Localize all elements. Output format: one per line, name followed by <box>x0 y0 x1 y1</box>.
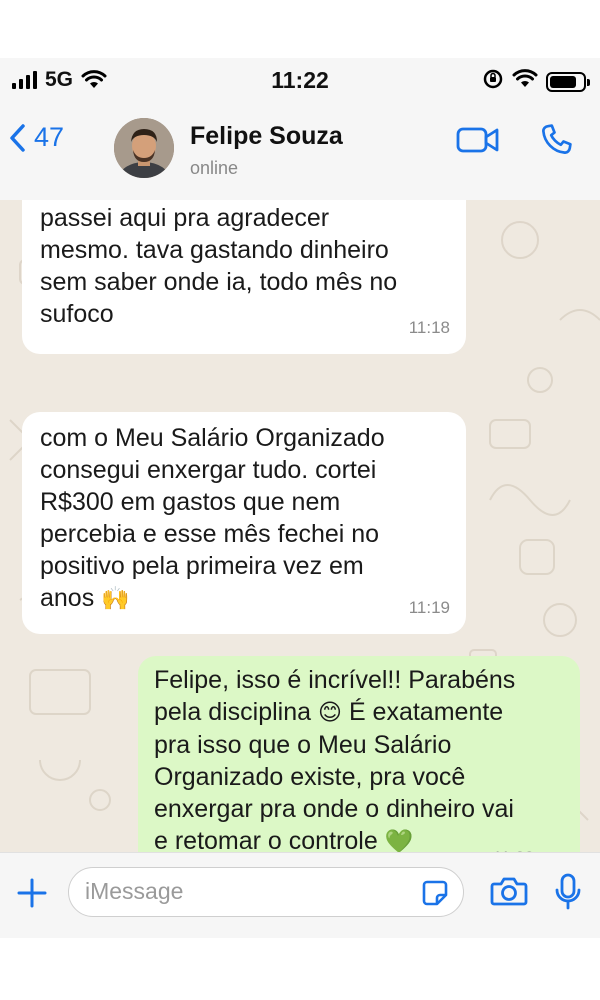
sticker-icon <box>422 880 448 906</box>
rotation-lock-icon <box>482 68 504 95</box>
message-time: 11:18 <box>408 318 450 337</box>
message-bubble-incoming[interactable]: com o Meu Salário Organizado consegui en… <box>22 412 466 634</box>
contact-info[interactable]: Felipe Souza online <box>190 122 343 179</box>
message-text: com o Meu Salário Organizado consegui en… <box>40 424 385 612</box>
message-time: 11:22 <box>493 842 534 852</box>
message-meta: 11:22 <box>493 842 564 852</box>
avatar[interactable] <box>114 118 174 178</box>
unread-count: 47 <box>34 122 65 152</box>
raised-hands-emoji-icon: 🙌 <box>101 586 130 612</box>
message-input[interactable] <box>85 868 405 915</box>
camera-icon <box>490 877 528 906</box>
video-call-button[interactable] <box>456 124 500 161</box>
message-bubble-incoming[interactable]: passei aqui pra agradecer mesmo. tava ga… <box>22 200 466 354</box>
attach-button[interactable] <box>16 877 48 914</box>
microphone-icon <box>555 873 581 910</box>
phone-screen: 5G 11:22 47 Felipe Souza online passei a… <box>0 58 600 938</box>
camera-button[interactable] <box>490 875 528 912</box>
plus-icon <box>17 878 47 908</box>
message-time: 11:19 <box>408 598 450 617</box>
sticker-button[interactable] <box>421 879 449 912</box>
message-bubble-outgoing[interactable]: Felipe, isso é incrível!! Parabéns pela … <box>138 656 580 852</box>
smiling-face-emoji-icon: 😊 <box>318 700 342 726</box>
contact-name: Felipe Souza <box>190 122 343 150</box>
chat-header: 47 Felipe Souza online <box>0 104 600 200</box>
message-input-bar <box>0 852 600 938</box>
status-bar: 5G 11:22 <box>0 58 600 104</box>
wifi-icon <box>512 69 538 94</box>
video-camera-icon <box>456 127 499 153</box>
status-right <box>482 68 590 95</box>
status-left: 5G <box>12 68 107 92</box>
signal-icon <box>12 71 37 89</box>
back-button[interactable]: 47 <box>8 122 64 153</box>
phone-icon <box>542 124 572 154</box>
chat-area[interactable]: passei aqui pra agradecer mesmo. tava ga… <box>0 200 600 852</box>
message-field[interactable] <box>68 867 464 917</box>
wifi-icon <box>81 70 107 90</box>
contact-status: online <box>190 158 239 178</box>
green-heart-emoji-icon: 💚 <box>384 829 414 852</box>
voice-call-button[interactable] <box>538 122 574 163</box>
message-text: passei aqui pra agradecer mesmo. tava ga… <box>40 204 398 328</box>
network-type: 5G <box>45 68 74 91</box>
chevron-left-icon <box>10 123 25 152</box>
microphone-button[interactable] <box>554 873 582 916</box>
battery-icon <box>546 71 590 92</box>
